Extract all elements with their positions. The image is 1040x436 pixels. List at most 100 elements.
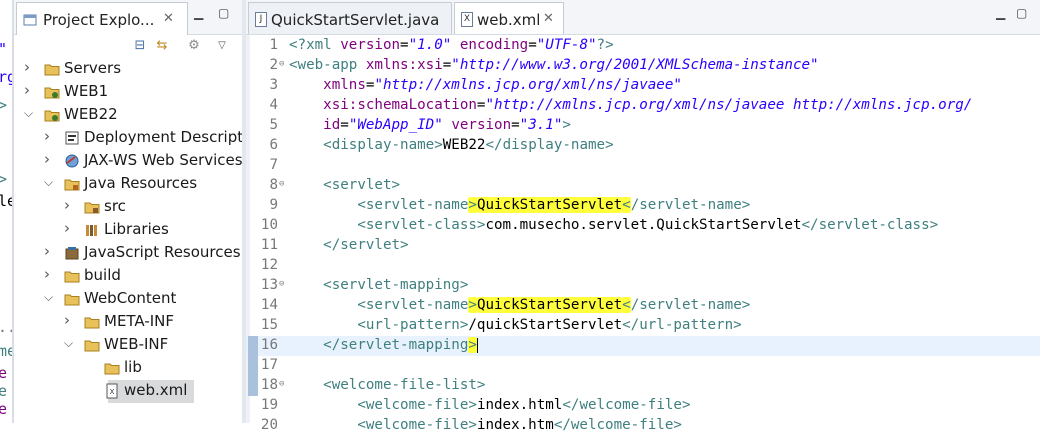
code-token: "1.0" (408, 37, 452, 53)
code-text: <welcome-file>index.htm</welcome-file> (289, 417, 682, 433)
code-token: "UTF-8" (536, 37, 597, 53)
line-number: 10 (260, 217, 278, 233)
code-token: <servlet> (323, 177, 401, 193)
collapsed-chevron-icon[interactable]: › (24, 81, 34, 99)
tree-item-label: web.xml (124, 381, 188, 399)
line-number: 6 (269, 137, 278, 153)
close-icon[interactable]: ✕ (543, 11, 554, 26)
collapsed-chevron-icon[interactable]: › (44, 150, 54, 168)
code-token: <?xml (289, 37, 341, 53)
close-icon[interactable]: ✕ (163, 11, 174, 26)
collapsed-chevron-icon[interactable]: › (24, 58, 34, 76)
code-token: </servlet-mapping (323, 337, 469, 353)
code-line[interactable]: 18 ⊖ <welcome-file-list> (246, 376, 1040, 396)
code-token: com.musecho.servlet.QuickStartServlet (485, 217, 802, 233)
code-text: <servlet> (289, 177, 400, 193)
code-line[interactable]: 8 ⊖ <servlet> (246, 176, 1040, 196)
tab-web-xml[interactable]: X web.xml ✕ (454, 2, 564, 34)
code-line[interactable]: 19 <welcome-file>index.html</welcome-fil… (246, 396, 1040, 416)
code-token: xmlns (323, 77, 366, 93)
code-text: <welcome-file-list> (289, 377, 485, 393)
view-menu-chevron-down-icon[interactable]: ▽ (214, 38, 230, 54)
code-line[interactable]: 13 ⊖ <servlet-mapping> (246, 276, 1040, 296)
code-line[interactable]: 12 (246, 256, 1040, 276)
code-editor[interactable]: 1 <?xml version="1.0" encoding="UTF-8"?> 2… (246, 36, 1040, 433)
project-explorer-panel: Project Explo... ✕ ▁ ▢ ⊟ ⇆ ⚙ ▽ › Servers ›… (14, 0, 243, 423)
collapsed-chevron-icon[interactable]: › (44, 265, 54, 283)
code-line[interactable]: 17 (246, 356, 1040, 376)
code-line[interactable]: 6 <display-name>WEB22</display-name> (246, 136, 1040, 156)
fold-toggle-icon[interactable]: ⊖ (279, 279, 284, 289)
code-line[interactable]: 1 <?xml version="1.0" encoding="UTF-8"?> (246, 36, 1040, 56)
maximize-icon[interactable]: ▢ (1016, 6, 1027, 20)
code-line[interactable]: 5 id="WebApp_ID" version="3.1"> (246, 116, 1040, 136)
clipped-left-panel: "rg>>le..meeee (0, 0, 14, 423)
maximize-icon[interactable]: ▢ (218, 6, 229, 20)
code-line[interactable]: 4 xsi:schemaLocation="http://xmlns.jcp.o… (246, 96, 1040, 116)
collapsed-chevron-icon[interactable]: › (44, 242, 54, 260)
clipped-text-fragment: > (0, 170, 8, 188)
collapse-all-icon[interactable]: ⊟ (132, 38, 148, 54)
collapsed-chevron-icon[interactable]: › (64, 311, 74, 329)
line-number: 13 (260, 277, 278, 293)
xml-file-icon: X (104, 383, 120, 399)
link-with-editor-icon[interactable]: ⇆ (154, 38, 170, 54)
minimize-icon[interactable]: ▁ (996, 6, 1005, 20)
tree-item-label: WebContent (84, 289, 177, 307)
tree-item-label: WEB1 (64, 82, 109, 100)
explorer-tab-bar: Project Explo... ✕ ▁ ▢ (14, 0, 242, 35)
fold-toggle-icon[interactable]: ⊖ (279, 179, 284, 189)
line-number: 18 (260, 377, 278, 393)
code-token: "WebApp_ID" (348, 117, 443, 133)
filters-icon[interactable]: ⚙ (186, 38, 202, 54)
code-token: "3.1" (519, 117, 563, 133)
code-line[interactable]: 2 ⊖ <web-app xmlns:xsi="http://www.w3.org/… (246, 56, 1040, 76)
highlighted-occurrence: QuickStartServlet (476, 197, 623, 213)
code-line[interactable]: 20 <welcome-file>index.htm</welcome-file… (246, 416, 1040, 436)
minimize-icon[interactable]: ▁ (194, 6, 203, 20)
project-icon (44, 84, 60, 100)
code-line[interactable]: 11 </servlet> (246, 236, 1040, 256)
collapsed-chevron-icon[interactable]: › (64, 196, 74, 214)
project-explorer-tab[interactable]: Project Explo... ✕ (16, 2, 188, 35)
code-line[interactable]: 14 <servlet-name>QuickStartServlet</serv… (246, 296, 1040, 316)
expanded-chevron-icon[interactable]: ⌵ (24, 106, 34, 121)
code-line[interactable]: 10 <servlet-class>com.musecho.servlet.Qu… (246, 216, 1040, 236)
code-line[interactable]: 9 <servlet-name>QuickStartServlet</servl… (246, 196, 1040, 216)
clipped-text-fragment: " (0, 40, 7, 58)
code-token: version (340, 37, 401, 53)
code-token: <web-app (289, 57, 366, 73)
code-token: ?> (596, 37, 614, 53)
expanded-chevron-icon[interactable]: ⌵ (44, 175, 54, 190)
code-line[interactable]: 7 (246, 156, 1040, 176)
code-text: <web-app xmlns:xsi="http://www.w3.org/20… (289, 57, 819, 73)
collapsed-chevron-icon[interactable]: › (64, 219, 74, 237)
tree-item-web-xml[interactable]: Xweb.xml (106, 380, 194, 403)
tree-item-label: Java Resources (84, 174, 198, 192)
code-line[interactable]: 16 </servlet-mapping> (246, 336, 1040, 356)
text-caret (476, 337, 478, 353)
code-line[interactable]: 15 <url-pattern>/quickStartServlet</url-… (246, 316, 1040, 336)
clipped-text-fragment: e (0, 382, 8, 400)
code-text: <servlet-name>QuickStartServlet</servlet… (289, 197, 750, 213)
code-token: <welcome-file> (357, 417, 477, 433)
tree-item-label: JAX-WS Web Services (84, 151, 243, 169)
code-line[interactable]: 3 xmlns="http://xmlns.jcp.org/xml/ns/jav… (246, 76, 1040, 96)
tab-quickstartservlet-java[interactable]: J QuickStartServlet.java (248, 2, 452, 34)
expanded-chevron-icon[interactable]: ⌵ (44, 290, 54, 305)
code-token: </url-pattern> (622, 317, 742, 333)
expanded-chevron-icon[interactable]: ⌵ (64, 336, 74, 351)
fold-toggle-icon[interactable]: ⊖ (279, 59, 284, 69)
code-token: /servlet-name> (630, 297, 751, 313)
fold-toggle-icon[interactable]: ⊖ (279, 379, 284, 389)
editor-tab-bar: J QuickStartServlet.java X web.xml ✕ ▁ ▢ (246, 0, 1040, 35)
code-token: <url-pattern> (357, 317, 469, 333)
collapsed-chevron-icon[interactable]: › (44, 127, 54, 145)
